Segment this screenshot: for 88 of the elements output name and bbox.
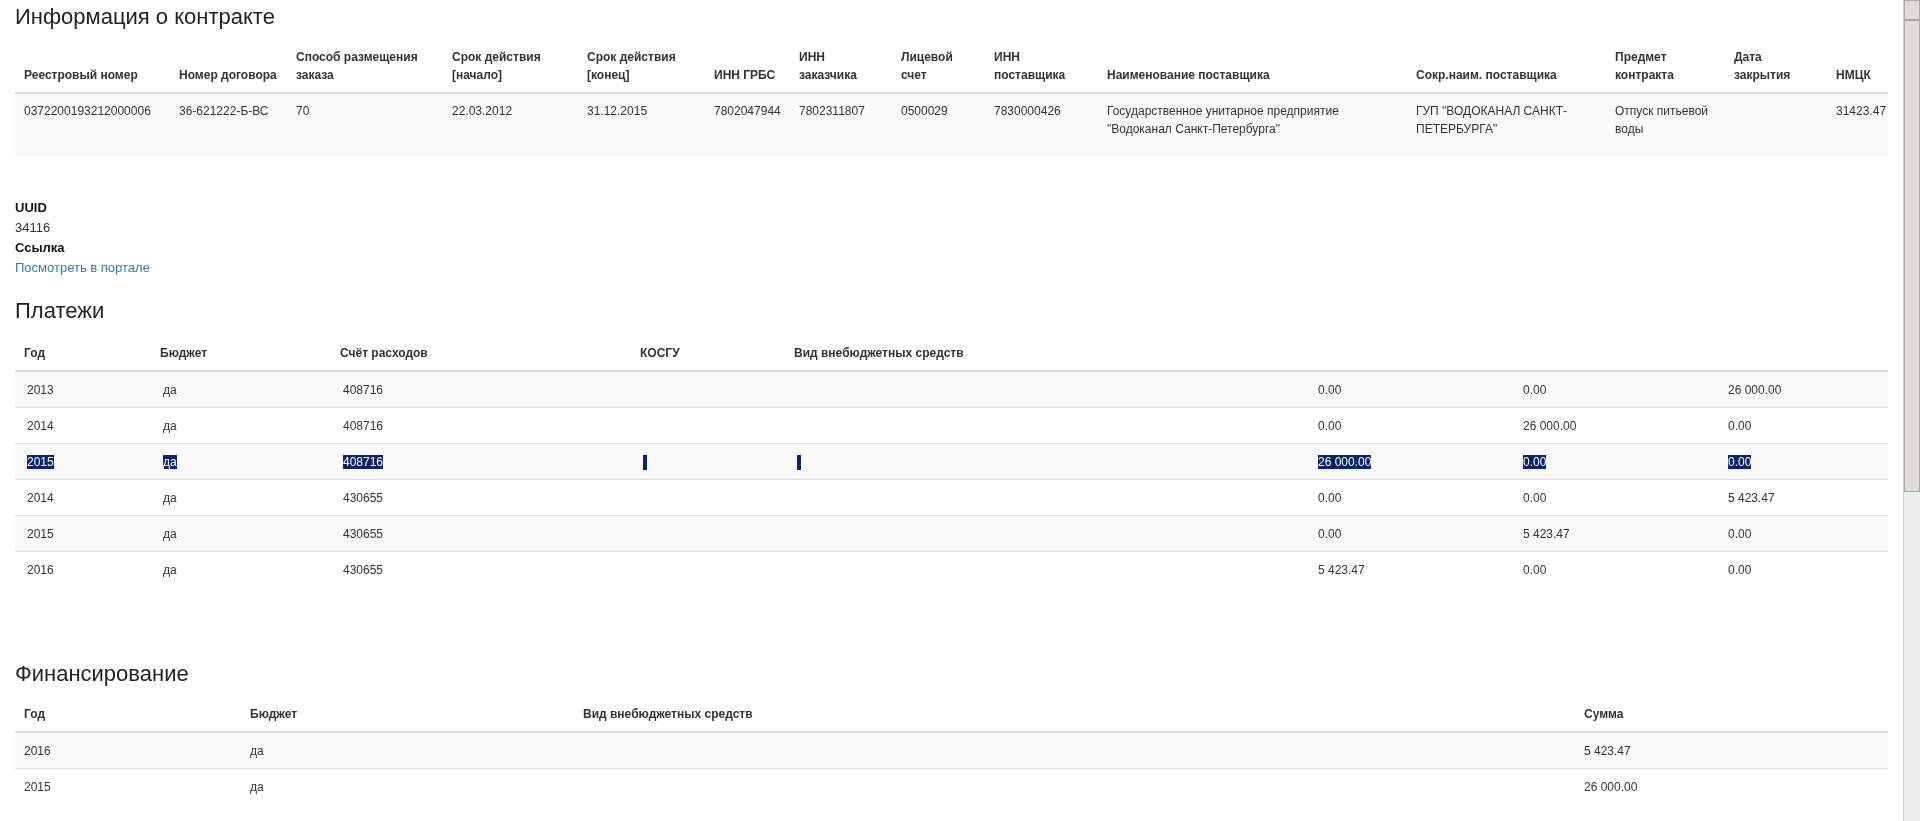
field-label: Ссылка	[15, 239, 66, 257]
column-header: КОСГУ	[640, 346, 680, 360]
table-cell: 0.00	[1728, 419, 1752, 433]
table-cell: 0.00	[1728, 563, 1752, 577]
table-cell: 430655	[343, 491, 384, 505]
table-cell: да	[250, 744, 264, 758]
column-header: Предмет контракта	[1615, 50, 1674, 82]
table-cell: 0372200193212000006	[24, 104, 151, 118]
table-cell: 26 000.00	[1523, 419, 1577, 433]
table-cell: 2016	[27, 563, 54, 577]
column-header: Сумма	[1584, 707, 1624, 721]
table-cell: 0.00	[1523, 563, 1547, 577]
table-cell: да	[163, 383, 177, 397]
table-cell: 0.00	[1318, 419, 1342, 433]
column-header: Срок действия [начало]	[452, 50, 541, 82]
table-cell: 26 000.00	[1318, 455, 1372, 469]
table-cell: да	[250, 780, 264, 794]
table-cell: 0.00	[1728, 455, 1752, 469]
table-cell: 36-621222-Б-ВС	[179, 104, 269, 118]
column-header: ИНН ГРБС	[714, 68, 776, 82]
table-cell: 0.00	[1318, 383, 1342, 397]
field-value: 34116	[15, 219, 52, 237]
table-cell: 0.00	[1318, 491, 1342, 505]
selection-mark	[643, 455, 647, 471]
table-cell: ГУП "ВОДОКАНАЛ САНКТ-ПЕТЕРБУРГА"	[1416, 104, 1567, 136]
column-header: Бюджет	[250, 707, 298, 721]
table-cell: Отпуск питьевой воды	[1615, 104, 1709, 136]
table-cell: 31423.47	[1836, 104, 1887, 118]
table-cell: да	[163, 563, 177, 577]
table-cell: 2014	[27, 491, 54, 505]
column-header: Вид внебюджетных средств	[794, 346, 964, 360]
table-cell: 0.00	[1523, 491, 1547, 505]
table-cell: 31.12.2015	[587, 104, 648, 118]
table-cell: 5 423.47	[1318, 563, 1365, 577]
table-cell: 0.00	[1318, 527, 1342, 541]
table-cell: да	[163, 527, 177, 541]
table-cell: 408716	[343, 455, 384, 469]
column-header: Вид внебюджетных средств	[583, 707, 753, 721]
column-header: Сокр.наим. поставщика	[1416, 68, 1557, 82]
column-header: ИНН поставщика	[994, 50, 1066, 82]
portal-link[interactable]: Посмотреть в портале	[15, 260, 150, 275]
selection-mark	[797, 455, 801, 471]
column-header: Год	[24, 707, 45, 721]
table-cell: 26 000.00	[1728, 383, 1782, 397]
table-cell: 430655	[343, 563, 384, 577]
table-cell: 2014	[27, 419, 54, 433]
column-header: Дата закрытия	[1734, 50, 1791, 82]
table-cell: 2015	[24, 780, 51, 794]
table-cell: 5 423.47	[1584, 744, 1631, 758]
table-cell: 408716	[343, 383, 384, 397]
table-cell: 0.00	[1728, 527, 1752, 541]
table-cell: 22.03.2012	[452, 104, 513, 118]
column-header: Бюджет	[160, 346, 208, 360]
table-cell: 5 423.47	[1523, 527, 1570, 541]
table-cell: 7830000426	[994, 104, 1061, 118]
field-label: UUID	[15, 199, 48, 217]
section-title: Финансирование	[15, 661, 190, 687]
table-cell: 2015	[27, 455, 54, 469]
column-header: Год	[24, 346, 45, 360]
table-cell: 0.00	[1523, 455, 1547, 469]
table-cell: 430655	[343, 527, 384, 541]
table-cell: 0.00	[1523, 383, 1547, 397]
column-header: Счёт расходов	[340, 346, 428, 360]
table-cell: да	[163, 491, 177, 505]
column-header: Наименование поставщика	[1107, 68, 1270, 82]
table-cell: да	[163, 455, 177, 469]
scrollbar-drawing[interactable]	[1903, 0, 1920, 821]
table-cell: 70	[296, 104, 310, 118]
table-cell: 26 000.00	[1584, 780, 1638, 794]
table-cell: 408716	[343, 419, 384, 433]
table-cell: да	[163, 419, 177, 433]
table-cell: 0500029	[901, 104, 948, 118]
column-header: Реестровый номер	[24, 68, 138, 82]
table-cell: 2015	[27, 527, 54, 541]
table-cell: 2013	[27, 383, 54, 397]
column-header: Срок действия [конец]	[587, 50, 676, 82]
table-cell: 7802047944	[714, 104, 781, 118]
section-title: Платежи	[15, 298, 106, 324]
table-cell: 7802311807	[799, 104, 865, 118]
column-header: Способ размещения заказа	[296, 50, 418, 82]
table-cell: 2016	[24, 744, 51, 758]
table-cell: Государственное унитарное предприятие "Водоканал Санкт-Петербурга"	[1107, 104, 1339, 136]
section-title: Информация о контракте	[15, 4, 276, 30]
column-header: НМЦК	[1836, 68, 1871, 82]
column-header: Номер договора	[179, 68, 277, 82]
column-header: Лицевой счет	[901, 50, 953, 82]
column-header: ИНН заказчика	[799, 50, 857, 82]
table-cell: 5 423.47	[1728, 491, 1775, 505]
